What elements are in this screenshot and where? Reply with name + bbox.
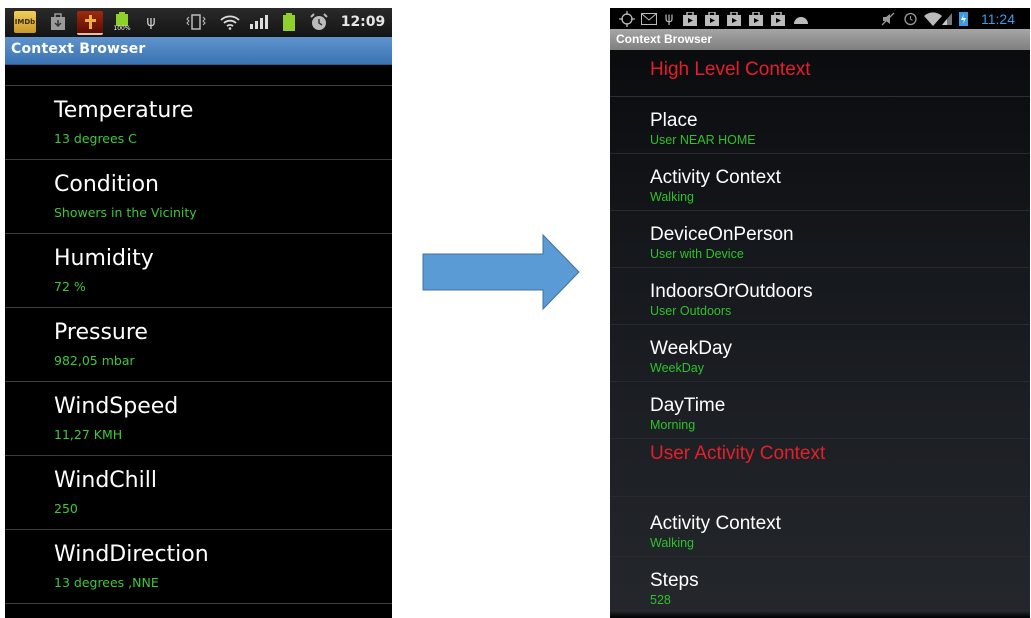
list-item[interactable]: Steps 528 bbox=[610, 557, 1030, 613]
arrow-shape bbox=[422, 233, 580, 311]
alarm-icon bbox=[309, 11, 329, 33]
item-label: Temperature bbox=[54, 98, 194, 123]
alarm-icon bbox=[902, 9, 918, 28]
clock-time: 11:24 bbox=[981, 10, 1015, 27]
wifi-icon bbox=[923, 9, 943, 28]
section-header-label: User Activity Context bbox=[650, 443, 826, 464]
list-item[interactable]: WindChill 250 bbox=[5, 455, 392, 529]
status-bar: ψ 11:24 bbox=[610, 8, 1030, 29]
mute-icon bbox=[880, 9, 896, 28]
list-item[interactable]: WindDirection 13 degrees ,NNE bbox=[5, 529, 392, 604]
right-arrow-icon bbox=[422, 233, 580, 311]
list-item[interactable]: Activity Context Walking bbox=[610, 154, 1030, 211]
item-value: Morning bbox=[650, 418, 696, 432]
item-label: WindChill bbox=[54, 468, 157, 493]
left-phone-screen: IMDb 100% ψ 12:09 Context Browser Temper… bbox=[5, 8, 392, 618]
item-label: Activity Context bbox=[650, 513, 781, 534]
gmail-icon bbox=[640, 9, 658, 28]
list-item[interactable]: IndoorsOrOutdoors User Outdoors bbox=[610, 268, 1030, 325]
list-item[interactable]: Condition Showers in the Vicinity bbox=[5, 159, 392, 233]
item-label: WindSpeed bbox=[54, 394, 179, 419]
list-item[interactable]: DayTime Morning bbox=[610, 382, 1030, 439]
item-value: 528 bbox=[650, 593, 671, 607]
battery-charging-icon bbox=[957, 9, 969, 28]
gps-icon bbox=[618, 9, 636, 28]
store-icon bbox=[770, 9, 786, 28]
battery-icon bbox=[281, 11, 297, 33]
item-value: WeekDay bbox=[650, 361, 704, 375]
item-value: 11,27 KMH bbox=[54, 427, 123, 442]
store-icon bbox=[748, 9, 764, 28]
item-value: Walking bbox=[650, 536, 694, 550]
bottom-shadow bbox=[610, 610, 1030, 618]
app-title: Context Browser bbox=[11, 41, 146, 57]
item-label: Activity Context bbox=[650, 167, 781, 188]
download-icon bbox=[49, 11, 67, 33]
item-label: Place bbox=[650, 110, 698, 131]
item-value: Showers in the Vicinity bbox=[54, 205, 197, 220]
bible-app-icon bbox=[77, 11, 103, 35]
list-item[interactable]: Humidity 72 % bbox=[5, 233, 392, 307]
weather-context-list: Temperature 13 degrees C Condition Showers… bbox=[5, 85, 392, 604]
vibrate-icon bbox=[185, 11, 207, 33]
item-label: Pressure bbox=[54, 320, 148, 345]
item-value: User Outdoors bbox=[650, 304, 732, 318]
item-value: 13 degrees ,NNE bbox=[54, 575, 159, 590]
wifi-icon bbox=[219, 11, 241, 33]
imdb-app-icon: IMDb bbox=[14, 11, 36, 33]
clock-time: 12:09 bbox=[340, 14, 386, 30]
android-icon bbox=[792, 9, 810, 28]
item-label: DayTime bbox=[650, 395, 726, 416]
section-header-label: High Level Context bbox=[650, 59, 811, 80]
item-value: User NEAR HOME bbox=[650, 133, 756, 147]
section-header-high-level: High Level Context bbox=[610, 50, 1030, 97]
item-value: Walking bbox=[650, 190, 694, 204]
item-label: Humidity bbox=[54, 246, 154, 271]
list-item[interactable]: Pressure 982,05 mbar bbox=[5, 307, 392, 381]
item-label: WindDirection bbox=[54, 542, 209, 567]
item-value: 13 degrees C bbox=[54, 131, 137, 146]
status-bar: IMDb 100% ψ 12:09 bbox=[5, 8, 392, 37]
context-list: High Level Context Place User NEAR HOME A… bbox=[610, 50, 1030, 613]
battery-badge: 100% bbox=[113, 25, 131, 32]
item-value: 250 bbox=[54, 501, 78, 516]
item-label: Steps bbox=[650, 570, 699, 591]
app-title-bar: Context Browser bbox=[610, 29, 1030, 50]
store-icon bbox=[704, 9, 720, 28]
item-label: DeviceOnPerson bbox=[650, 224, 794, 245]
list-item[interactable]: Activity Context Walking bbox=[610, 500, 1030, 557]
section-header-user-activity: User Activity Context bbox=[610, 439, 1030, 497]
item-value: 72 % bbox=[54, 279, 86, 294]
app-title: Context Browser bbox=[616, 32, 713, 46]
item-value: User with Device bbox=[650, 247, 744, 261]
store-icon bbox=[726, 9, 742, 28]
usb-icon: ψ bbox=[146, 14, 156, 30]
list-item[interactable]: WeekDay WeekDay bbox=[610, 325, 1030, 382]
list-item[interactable]: DeviceOnPerson User with Device bbox=[610, 211, 1030, 268]
item-label: Condition bbox=[54, 172, 159, 197]
item-value: 982,05 mbar bbox=[54, 353, 135, 368]
item-label: WeekDay bbox=[650, 338, 733, 359]
usb-icon: ψ bbox=[664, 11, 674, 26]
list-item[interactable]: Temperature 13 degrees C bbox=[5, 85, 392, 159]
signal-icon bbox=[249, 11, 269, 33]
right-phone-screen: ψ 11:24 Context Browser High Level Conte… bbox=[610, 8, 1030, 618]
store-icon bbox=[682, 9, 698, 28]
list-item[interactable]: Place User NEAR HOME bbox=[610, 97, 1030, 154]
signal-icon bbox=[941, 9, 953, 28]
app-title-bar: Context Browser bbox=[5, 37, 392, 65]
item-label: IndoorsOrOutdoors bbox=[650, 281, 813, 302]
list-item[interactable]: WindSpeed 11,27 KMH bbox=[5, 381, 392, 455]
battery-100-icon: 100% bbox=[111, 11, 133, 33]
